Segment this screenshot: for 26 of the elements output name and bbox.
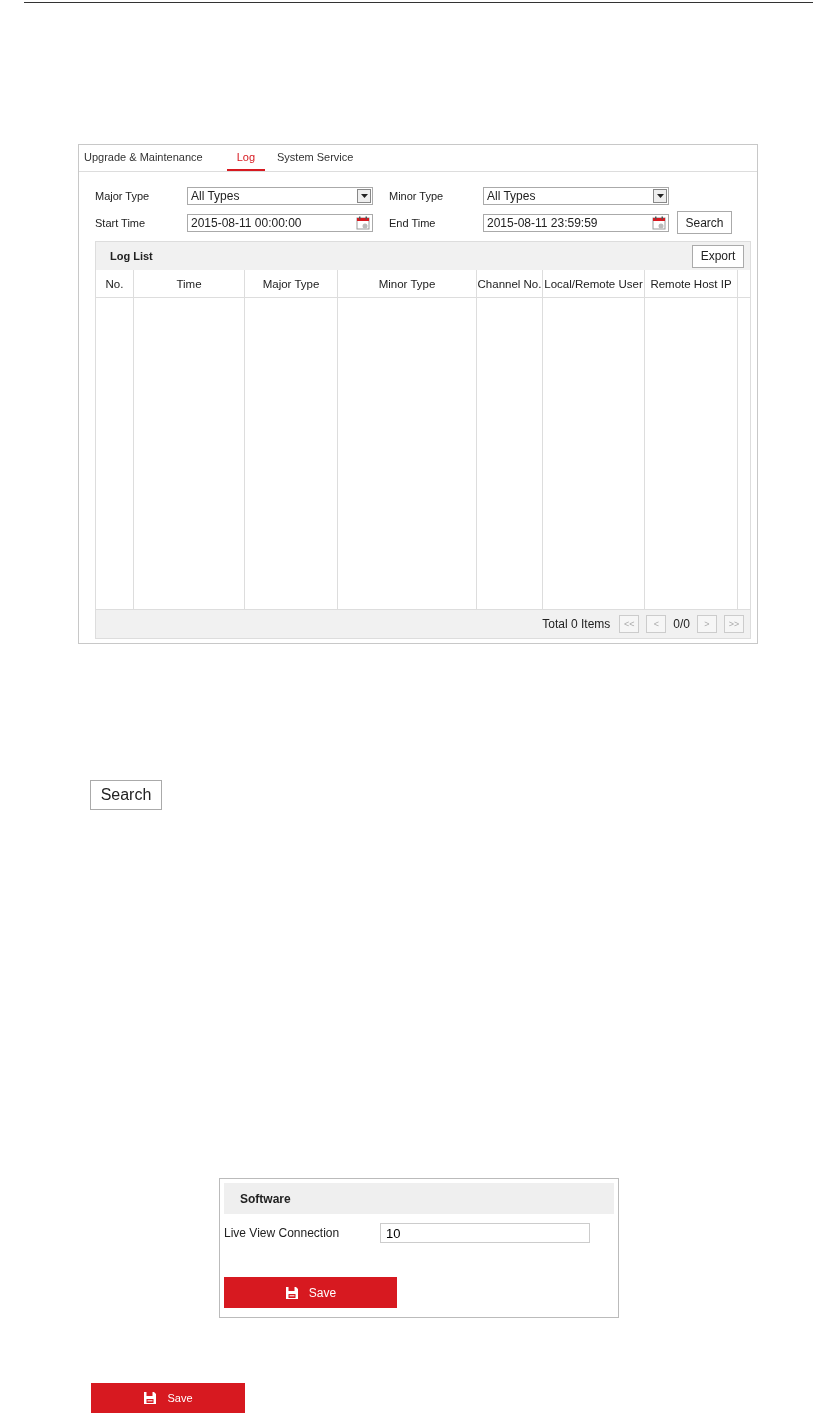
connection-field[interactable]: 10 bbox=[380, 1223, 590, 1243]
time-field[interactable]: 2015-08-11 00:00:00 bbox=[187, 213, 373, 232]
search-button[interactable]: Search bbox=[90, 780, 162, 810]
item-count: Total 0 Items bbox=[542, 617, 611, 631]
field-label: Start Time bbox=[95, 216, 147, 229]
calendar-icon[interactable] bbox=[652, 215, 666, 230]
section-title: Software bbox=[224, 1183, 614, 1214]
tab[interactable]: Log bbox=[226, 145, 265, 171]
dropdown-arrow-icon bbox=[360, 194, 368, 198]
tab[interactable]: System Service bbox=[277, 145, 366, 171]
search-button[interactable]: Search bbox=[677, 211, 732, 234]
tab[interactable]: Upgrade & Maintenance bbox=[84, 145, 215, 171]
time-field[interactable]: 2015-08-11 23:59:59 bbox=[483, 213, 669, 232]
field-label: End Time bbox=[389, 216, 437, 229]
save-button[interactable]: Save bbox=[224, 1277, 397, 1308]
save-button[interactable]: Save bbox=[91, 1383, 245, 1413]
type-dropdown[interactable]: All Types bbox=[483, 187, 669, 205]
field-label: Live View Connection bbox=[224, 1226, 341, 1240]
export-button[interactable]: Export bbox=[692, 244, 744, 268]
page-indicator: 0/0 bbox=[673, 617, 690, 631]
field-label: Minor Type bbox=[389, 190, 445, 202]
field-label: Major Type bbox=[95, 190, 151, 202]
type-dropdown[interactable]: All Types bbox=[187, 187, 373, 205]
list-title: Log List bbox=[110, 250, 153, 262]
calendar-icon[interactable] bbox=[356, 215, 370, 230]
dropdown-arrow-icon bbox=[656, 194, 664, 198]
